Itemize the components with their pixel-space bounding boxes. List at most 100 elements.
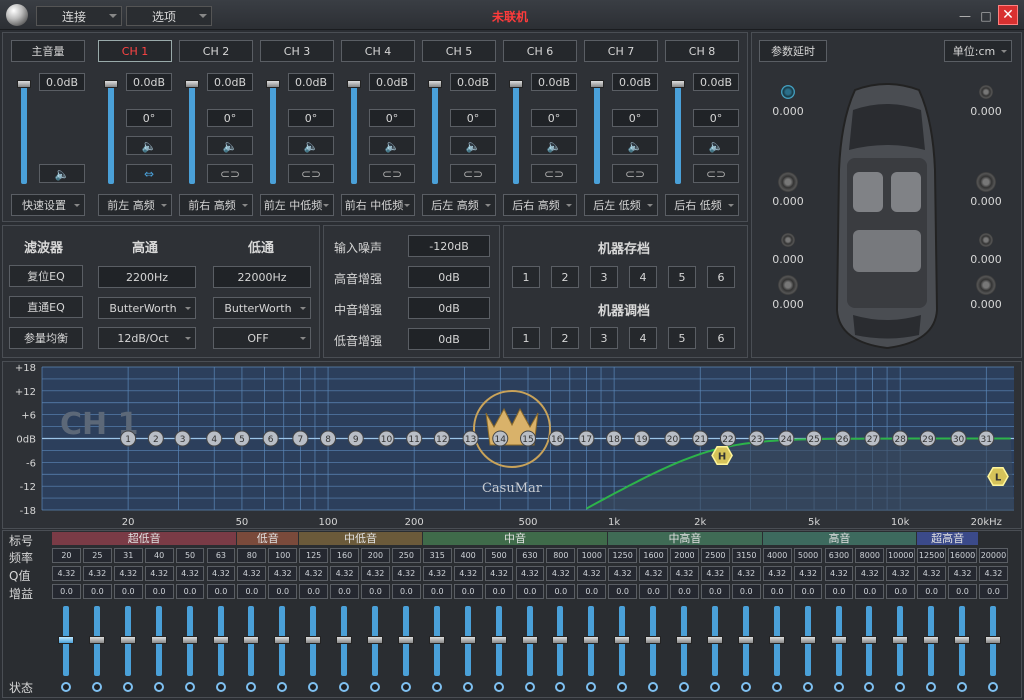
speaker-position-icon[interactable] [778,172,798,192]
channel-level-field[interactable]: 0.0dB [450,73,496,91]
speaker-mute-icon[interactable]: 🔈 [612,136,658,155]
band-q-field[interactable]: 4.32 [206,566,236,581]
band-freq-field[interactable]: 6300 [824,548,854,563]
band-gain-field[interactable]: 0.0 [546,584,576,599]
band-fader-thumb[interactable] [954,636,971,644]
highpass-freq-field[interactable]: 2200Hz [98,266,196,288]
band-freq-field[interactable]: 800 [546,548,576,563]
band-fader-thumb[interactable] [706,636,723,644]
channel-tab-7[interactable]: CH 7 [584,40,658,62]
band-fader-thumb[interactable] [799,636,816,644]
band-freq-field[interactable]: 315 [422,548,452,563]
band-state-toggle[interactable] [61,682,71,692]
band-q-field[interactable]: 4.32 [670,566,699,581]
channel-link-icon[interactable]: ⊂⊃ [288,164,334,183]
load-slot-4[interactable]: 4 [629,327,657,349]
channel-name-dropdown-7[interactable]: 后左 低频 [584,194,658,216]
channel-tab-5[interactable]: CH 5 [422,40,496,62]
band-q-field[interactable]: 4.32 [639,566,668,581]
band-state-toggle[interactable] [679,682,689,692]
save-slot-5[interactable]: 5 [668,266,696,288]
speaker-mute-icon[interactable]: 🔈 [450,136,496,155]
band-freq-field[interactable]: 1000 [577,548,607,563]
speaker-position-icon[interactable] [781,85,795,99]
band-gain-field[interactable]: 0.0 [422,584,452,599]
channel-fader-track[interactable] [594,82,600,184]
band-gain-field[interactable]: 0.0 [361,584,390,599]
band-fader-thumb[interactable] [923,636,940,644]
band-fader-thumb[interactable] [397,636,414,644]
speaker-mute-icon[interactable]: 🔈 [207,136,253,155]
band-state-toggle[interactable] [184,682,195,692]
band-freq-field[interactable]: 1600 [639,548,668,563]
unit-dropdown[interactable]: 单位:cm [944,40,1012,62]
band-fader-thumb[interactable] [428,636,445,644]
band-fader-thumb[interactable] [490,636,507,644]
band-gain-field[interactable]: 0.0 [731,584,761,599]
band-q-field[interactable]: 4.32 [237,566,267,581]
band-freq-field[interactable]: 20000 [979,548,1008,563]
speaker-mute-icon[interactable]: 🔈 [369,136,415,155]
band-state-toggle[interactable] [740,682,751,692]
band-state-toggle[interactable] [91,682,102,692]
menu-options[interactable]: 选项 [126,6,212,26]
channel-link-icon[interactable]: ⊂⊃ [693,164,739,183]
input-noise-field[interactable]: -120dB [408,235,490,257]
band-q-field[interactable]: 4.32 [391,566,421,581]
channel-link-icon[interactable]: ⊂⊃ [612,164,658,183]
channel-fader-thumb[interactable] [266,80,280,88]
highpass-slope-dropdown[interactable]: 12dB/Oct [98,327,196,349]
channel-phase-field[interactable]: 0° [693,109,739,127]
band-gain-field[interactable]: 0.0 [113,584,143,599]
band-q-field[interactable]: 4.32 [917,566,947,581]
band-gain-field[interactable]: 0.0 [52,584,81,599]
mid-boost-field[interactable]: 0dB [408,297,490,319]
band-state-toggle[interactable] [153,682,164,692]
channel-level-field[interactable]: 0.0dB [693,73,739,91]
band-state-toggle[interactable] [524,682,535,692]
band-fader-thumb[interactable] [614,636,631,644]
band-freq-field[interactable]: 3150 [731,548,761,563]
band-q-field[interactable]: 4.32 [175,566,205,581]
channel-fader-thumb[interactable] [347,80,361,88]
band-gain-field[interactable]: 0.0 [144,584,174,599]
menu-connect[interactable]: 连接 [36,6,122,26]
band-fader-thumb[interactable] [892,636,909,644]
band-state-toggle[interactable] [431,682,442,692]
band-freq-field[interactable]: 250 [391,548,421,563]
band-q-field[interactable]: 4.32 [762,566,792,581]
band-gain-field[interactable]: 0.0 [948,584,977,599]
channel-tab-1[interactable]: CH 1 [98,40,172,62]
channel-name-dropdown-1[interactable]: 前左 高频 [98,194,172,216]
band-freq-field[interactable]: 500 [484,548,514,563]
band-gain-field[interactable]: 0.0 [577,584,607,599]
channel-level-field[interactable]: 0.0dB [531,73,577,91]
band-fader-thumb[interactable] [552,636,569,644]
save-slot-2[interactable]: 2 [551,266,579,288]
band-fader-thumb[interactable] [367,636,383,644]
quick-setup-dropdown[interactable]: 快速设置 [11,194,85,216]
speaker-mute-icon[interactable]: 🔈 [126,136,172,155]
band-freq-field[interactable]: 63 [206,548,236,563]
band-fader-thumb[interactable] [243,636,260,644]
band-q-field[interactable]: 4.32 [422,566,452,581]
band-state-toggle[interactable] [462,682,473,692]
speaker-position-icon[interactable] [976,172,996,192]
channel-phase-field[interactable]: 0° [450,109,496,127]
channel-fader-thumb[interactable] [671,80,685,88]
save-slot-3[interactable]: 3 [590,266,618,288]
eq-graph[interactable]: +18 +12 +6 0dB -6 -12 -18 20 50 100 200 500 1k 2k 5k 10… [2,361,1022,529]
band-freq-field[interactable]: 50 [175,548,205,563]
channel-fader-thumb[interactable] [185,80,199,88]
channel-level-field[interactable]: 0.0dB [288,73,334,91]
band-q-field[interactable]: 4.32 [484,566,514,581]
band-state-toggle[interactable] [493,682,504,692]
band-gain-field[interactable]: 0.0 [824,584,854,599]
band-q-field[interactable]: 4.32 [52,566,81,581]
channel-fader-track[interactable] [351,82,357,184]
band-q-field[interactable]: 4.32 [700,566,730,581]
speaker-position-icon[interactable] [976,275,996,295]
band-q-field[interactable]: 4.32 [268,566,298,581]
band-q-field[interactable]: 4.32 [824,566,854,581]
band-freq-field[interactable]: 25 [82,548,112,563]
